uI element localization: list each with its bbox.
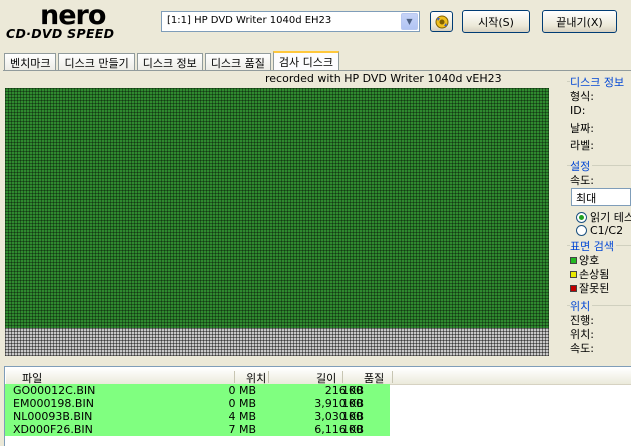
legend-damaged-swatch [570, 270, 577, 278]
read-test-label: 읽기 테스트 [590, 211, 631, 224]
scan-grid [5, 88, 549, 356]
tab-benchmark[interactable]: 벤치마크 [4, 53, 57, 71]
disc-label-label: 라벨: [570, 139, 594, 152]
drive-select-value: [1:1] HP DVD Writer 1040d EH23 [167, 15, 332, 26]
scan-grid-unread-area [5, 328, 549, 356]
c1c2-label: C1/C2 [590, 224, 624, 237]
legend-good-swatch [570, 256, 577, 264]
drive-select[interactable]: [1:1] HP DVD Writer 1040d EH23 ▼ [161, 11, 420, 32]
nero-logo: nero CD·DVD SPEED [4, 0, 154, 42]
file-name: XD000F26.BIN [13, 423, 93, 436]
tab-disc-quality[interactable]: 디스크 품질 [204, 53, 271, 71]
exit-button[interactable]: 끝내기(X) [542, 10, 617, 33]
file-name: EM000198.BIN [13, 397, 94, 410]
file-list-header: 파일 위치 길이 품질 [6, 368, 631, 385]
column-separator[interactable] [342, 371, 343, 383]
file-position: 7 MB [228, 423, 256, 436]
column-separator[interactable] [234, 371, 235, 383]
legend-bad: 잘못된 [570, 280, 609, 296]
file-position: 0 MB [228, 384, 256, 397]
file-length: 3,030 KB [314, 410, 364, 423]
legend-bad-label: 잘못된 [579, 282, 610, 295]
speed-select-value: 최대 [576, 192, 597, 205]
file-length: 6,116 KB [314, 423, 364, 436]
read-speed-label: 속도: [570, 342, 594, 355]
c1c2-radio[interactable]: C1/C2 [576, 224, 623, 237]
file-name: NL00093B.BIN [13, 410, 93, 423]
tab-create-disc[interactable]: 디스크 만들기 [58, 53, 135, 71]
recorded-with-text: recorded with HP DVD Writer 1040d vEH23 [265, 72, 502, 85]
date-label: 날짜: [570, 122, 594, 135]
radio-selected-icon [576, 211, 587, 223]
logo-product: CD·DVD SPEED [6, 26, 115, 41]
column-separator[interactable] [268, 371, 269, 383]
tab-scan-disc[interactable]: 검사 디스크 [272, 51, 340, 71]
tab-bar: 벤치마크 디스크 만들기 디스크 정보 디스크 품질 검사 디스크 [4, 51, 341, 71]
start-button[interactable]: 시작(S) [462, 10, 530, 33]
id-label: ID: [570, 104, 586, 117]
file-position: 0 MB [228, 397, 256, 410]
tab-disc-info[interactable]: 디스크 정보 [136, 53, 203, 71]
file-length: 216 KB [324, 384, 364, 397]
column-separator[interactable] [392, 371, 393, 383]
file-position: 4 MB [228, 410, 256, 423]
speed-select[interactable]: 최대 [571, 188, 631, 206]
refresh-button[interactable] [430, 11, 453, 32]
read-test-radio[interactable]: 읽기 테스트 [576, 209, 631, 225]
format-label: 형식: [570, 90, 594, 103]
radio-unselected-icon [576, 225, 587, 236]
legend-bad-swatch [570, 284, 577, 292]
speed-label: 속도: [570, 174, 594, 187]
chevron-down-icon[interactable]: ▼ [401, 13, 418, 30]
file-length: 3,910 KB [314, 397, 364, 410]
refresh-icon [435, 15, 448, 28]
file-name: GO00012C.BIN [13, 384, 96, 397]
